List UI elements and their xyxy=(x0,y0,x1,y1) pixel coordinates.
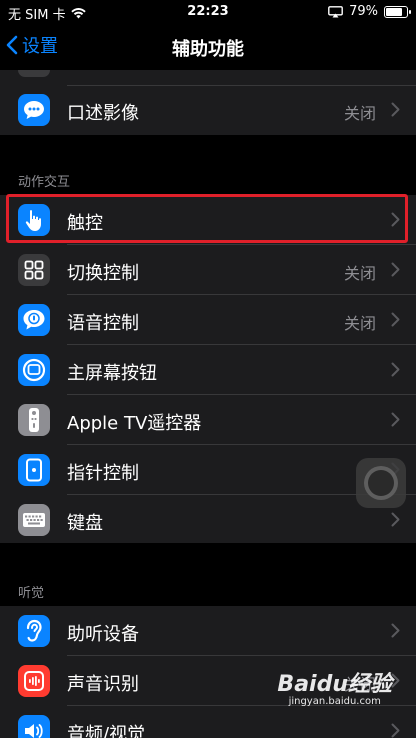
section-header-hearing: 听觉 xyxy=(18,586,45,601)
interaction-group: 触控 切换控制 关闭 语音控制 关闭 主屏幕按钮 Apple TV遥控器 指针控… xyxy=(0,195,416,543)
navigation-bar: 设置 辅助功能 xyxy=(0,24,416,70)
sound-recognition-icon xyxy=(18,665,50,697)
chevron-right-icon xyxy=(391,623,400,638)
row-label: 主屏幕按钮 xyxy=(67,363,157,384)
battery-fill xyxy=(386,7,402,16)
row-label: 语音控制 xyxy=(67,313,139,334)
keyboard-icon xyxy=(18,504,50,536)
battery-percent: 79% xyxy=(349,4,378,19)
partial-row xyxy=(0,70,416,85)
row-audio-visual[interactable]: 音频/视觉 xyxy=(0,706,416,738)
watermark-site: jingyan.baidu.com xyxy=(288,696,381,707)
chevron-right-icon xyxy=(391,512,400,527)
watermark-brand: Baidu经验 xyxy=(277,672,392,697)
row-voice-control[interactable]: 语音控制 关闭 xyxy=(0,295,416,344)
pointer-device-icon xyxy=(18,454,50,486)
row-label: 指针控制 xyxy=(67,463,139,484)
row-label: 键盘 xyxy=(67,513,103,534)
row-label: 口述影像 xyxy=(67,103,139,124)
status-bar: 无 SIM 卡 22:23 79% xyxy=(0,0,416,24)
page-title: 辅助功能 xyxy=(172,39,244,60)
row-value: 关闭 xyxy=(343,314,376,333)
highlight-box xyxy=(6,194,408,243)
chevron-right-icon xyxy=(391,362,400,377)
chevron-right-icon xyxy=(391,673,400,688)
baidu-watermark: Baidu经验 jingyan.baidu.com xyxy=(277,666,392,707)
row-value: 关闭 xyxy=(343,264,376,283)
row-home-button[interactable]: 主屏幕按钮 xyxy=(0,345,416,394)
assistive-touch-ring xyxy=(364,466,398,500)
voice-bubble-icon xyxy=(18,304,50,336)
row-label: 音频/视觉 xyxy=(67,724,146,738)
row-apple-tv-remote[interactable]: Apple TV遥控器 xyxy=(0,395,416,444)
row-pointer-control[interactable]: 指针控制 xyxy=(0,445,416,494)
speech-bubble-icon xyxy=(18,94,50,126)
row-switch-control[interactable]: 切换控制 关闭 xyxy=(0,245,416,294)
chevron-right-icon xyxy=(391,723,400,738)
grid-icon xyxy=(18,254,50,286)
row-label: 切换控制 xyxy=(67,263,139,284)
audio-visual-icon xyxy=(18,715,50,738)
status-right-group: 79% xyxy=(328,4,411,19)
battery-icon xyxy=(384,5,411,18)
home-button-icon xyxy=(18,354,50,386)
row-label: Apple TV遥控器 xyxy=(67,413,202,434)
chevron-right-icon xyxy=(391,312,400,327)
row-keyboard[interactable]: 键盘 xyxy=(0,495,416,544)
partial-row-icon xyxy=(18,70,50,77)
chevron-right-icon xyxy=(391,412,400,427)
chevron-right-icon xyxy=(391,102,400,117)
row-hearing-devices[interactable]: 助听设备 xyxy=(0,606,416,655)
row-value: 关闭 xyxy=(343,104,376,123)
section-header-interaction: 动作交互 xyxy=(18,175,71,190)
assistive-touch-button[interactable] xyxy=(356,458,406,508)
row-label: 助听设备 xyxy=(67,624,139,645)
row-audio-descriptions[interactable]: 口述影像 关闭 xyxy=(0,85,416,134)
screen-mirroring-icon xyxy=(328,5,343,17)
remote-icon xyxy=(18,404,50,436)
assistive-touch-core xyxy=(368,470,394,496)
ear-icon xyxy=(18,615,50,647)
chevron-right-icon xyxy=(391,262,400,277)
row-label: 声音识别 xyxy=(67,674,139,695)
vision-group: 口述影像 关闭 xyxy=(0,85,416,135)
